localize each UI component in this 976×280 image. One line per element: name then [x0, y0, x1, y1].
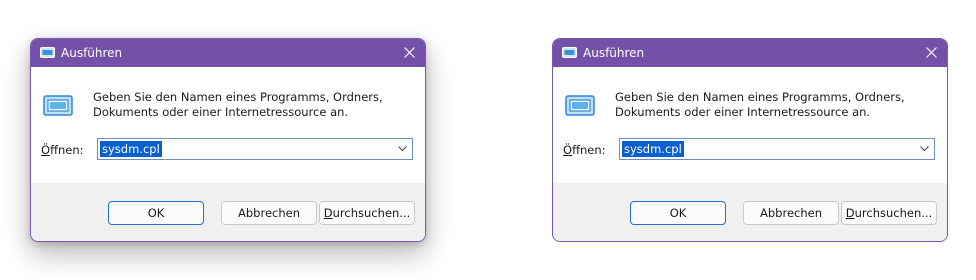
open-input-value[interactable]: sysdm.cpl	[622, 141, 684, 157]
run-dialog: Ausführen Geben Sie den Namen eines Prog…	[552, 38, 948, 242]
open-label-mnemonic: Ö	[41, 143, 51, 157]
open-label: Öffnen:	[563, 143, 606, 158]
window-title: Ausführen	[61, 46, 123, 60]
open-input-value[interactable]: sysdm.cpl	[100, 141, 162, 157]
browse-button-mnemonic: D	[845, 206, 855, 220]
run-dialog-icon	[565, 95, 595, 116]
open-label-text: ffnen:	[572, 143, 606, 157]
dialog-content: Geben Sie den Namen eines Programms, Ord…	[553, 67, 947, 183]
close-icon	[404, 47, 415, 58]
open-label-text: ffnen:	[50, 143, 84, 157]
cancel-button[interactable]: Abbrechen	[221, 201, 317, 225]
title-bar[interactable]: Ausführen	[553, 39, 947, 67]
open-label-mnemonic: Ö	[563, 143, 573, 157]
dialog-content: Geben Sie den Namen eines Programms, Ord…	[31, 67, 425, 183]
browse-button[interactable]: Durchsuchen...	[319, 201, 415, 225]
close-icon	[926, 47, 937, 58]
cancel-button[interactable]: Abbrechen	[743, 201, 839, 225]
dialog-footer: OK Abbrechen Durchsuchen...	[31, 183, 425, 241]
browse-button-text: urchsuchen...	[332, 206, 411, 220]
browse-button-mnemonic: D	[323, 206, 333, 220]
run-dialog-icon	[43, 95, 73, 116]
ok-button[interactable]: OK	[630, 201, 726, 225]
browse-button[interactable]: Durchsuchen...	[841, 201, 937, 225]
dialog-description: Geben Sie den Namen eines Programms, Ord…	[615, 90, 905, 119]
open-input[interactable]: sysdm.cpl	[97, 138, 413, 160]
open-input[interactable]: sysdm.cpl	[619, 138, 935, 160]
ok-button[interactable]: OK	[108, 201, 204, 225]
chevron-down-icon[interactable]	[398, 146, 407, 152]
chevron-down-icon[interactable]	[920, 146, 929, 152]
window-title: Ausführen	[583, 46, 645, 60]
run-dialog-icon	[562, 47, 577, 58]
run-dialog: Ausführen Geben Sie den Namen eines Prog…	[30, 38, 426, 242]
close-button[interactable]	[393, 39, 425, 67]
title-bar[interactable]: Ausführen	[31, 39, 425, 67]
run-dialog-icon	[40, 47, 55, 58]
browse-button-text: urchsuchen...	[854, 206, 933, 220]
close-button[interactable]	[915, 39, 947, 67]
open-label: Öffnen:	[41, 143, 84, 158]
dialog-footer: OK Abbrechen Durchsuchen...	[553, 183, 947, 241]
dialog-description: Geben Sie den Namen eines Programms, Ord…	[93, 90, 383, 119]
